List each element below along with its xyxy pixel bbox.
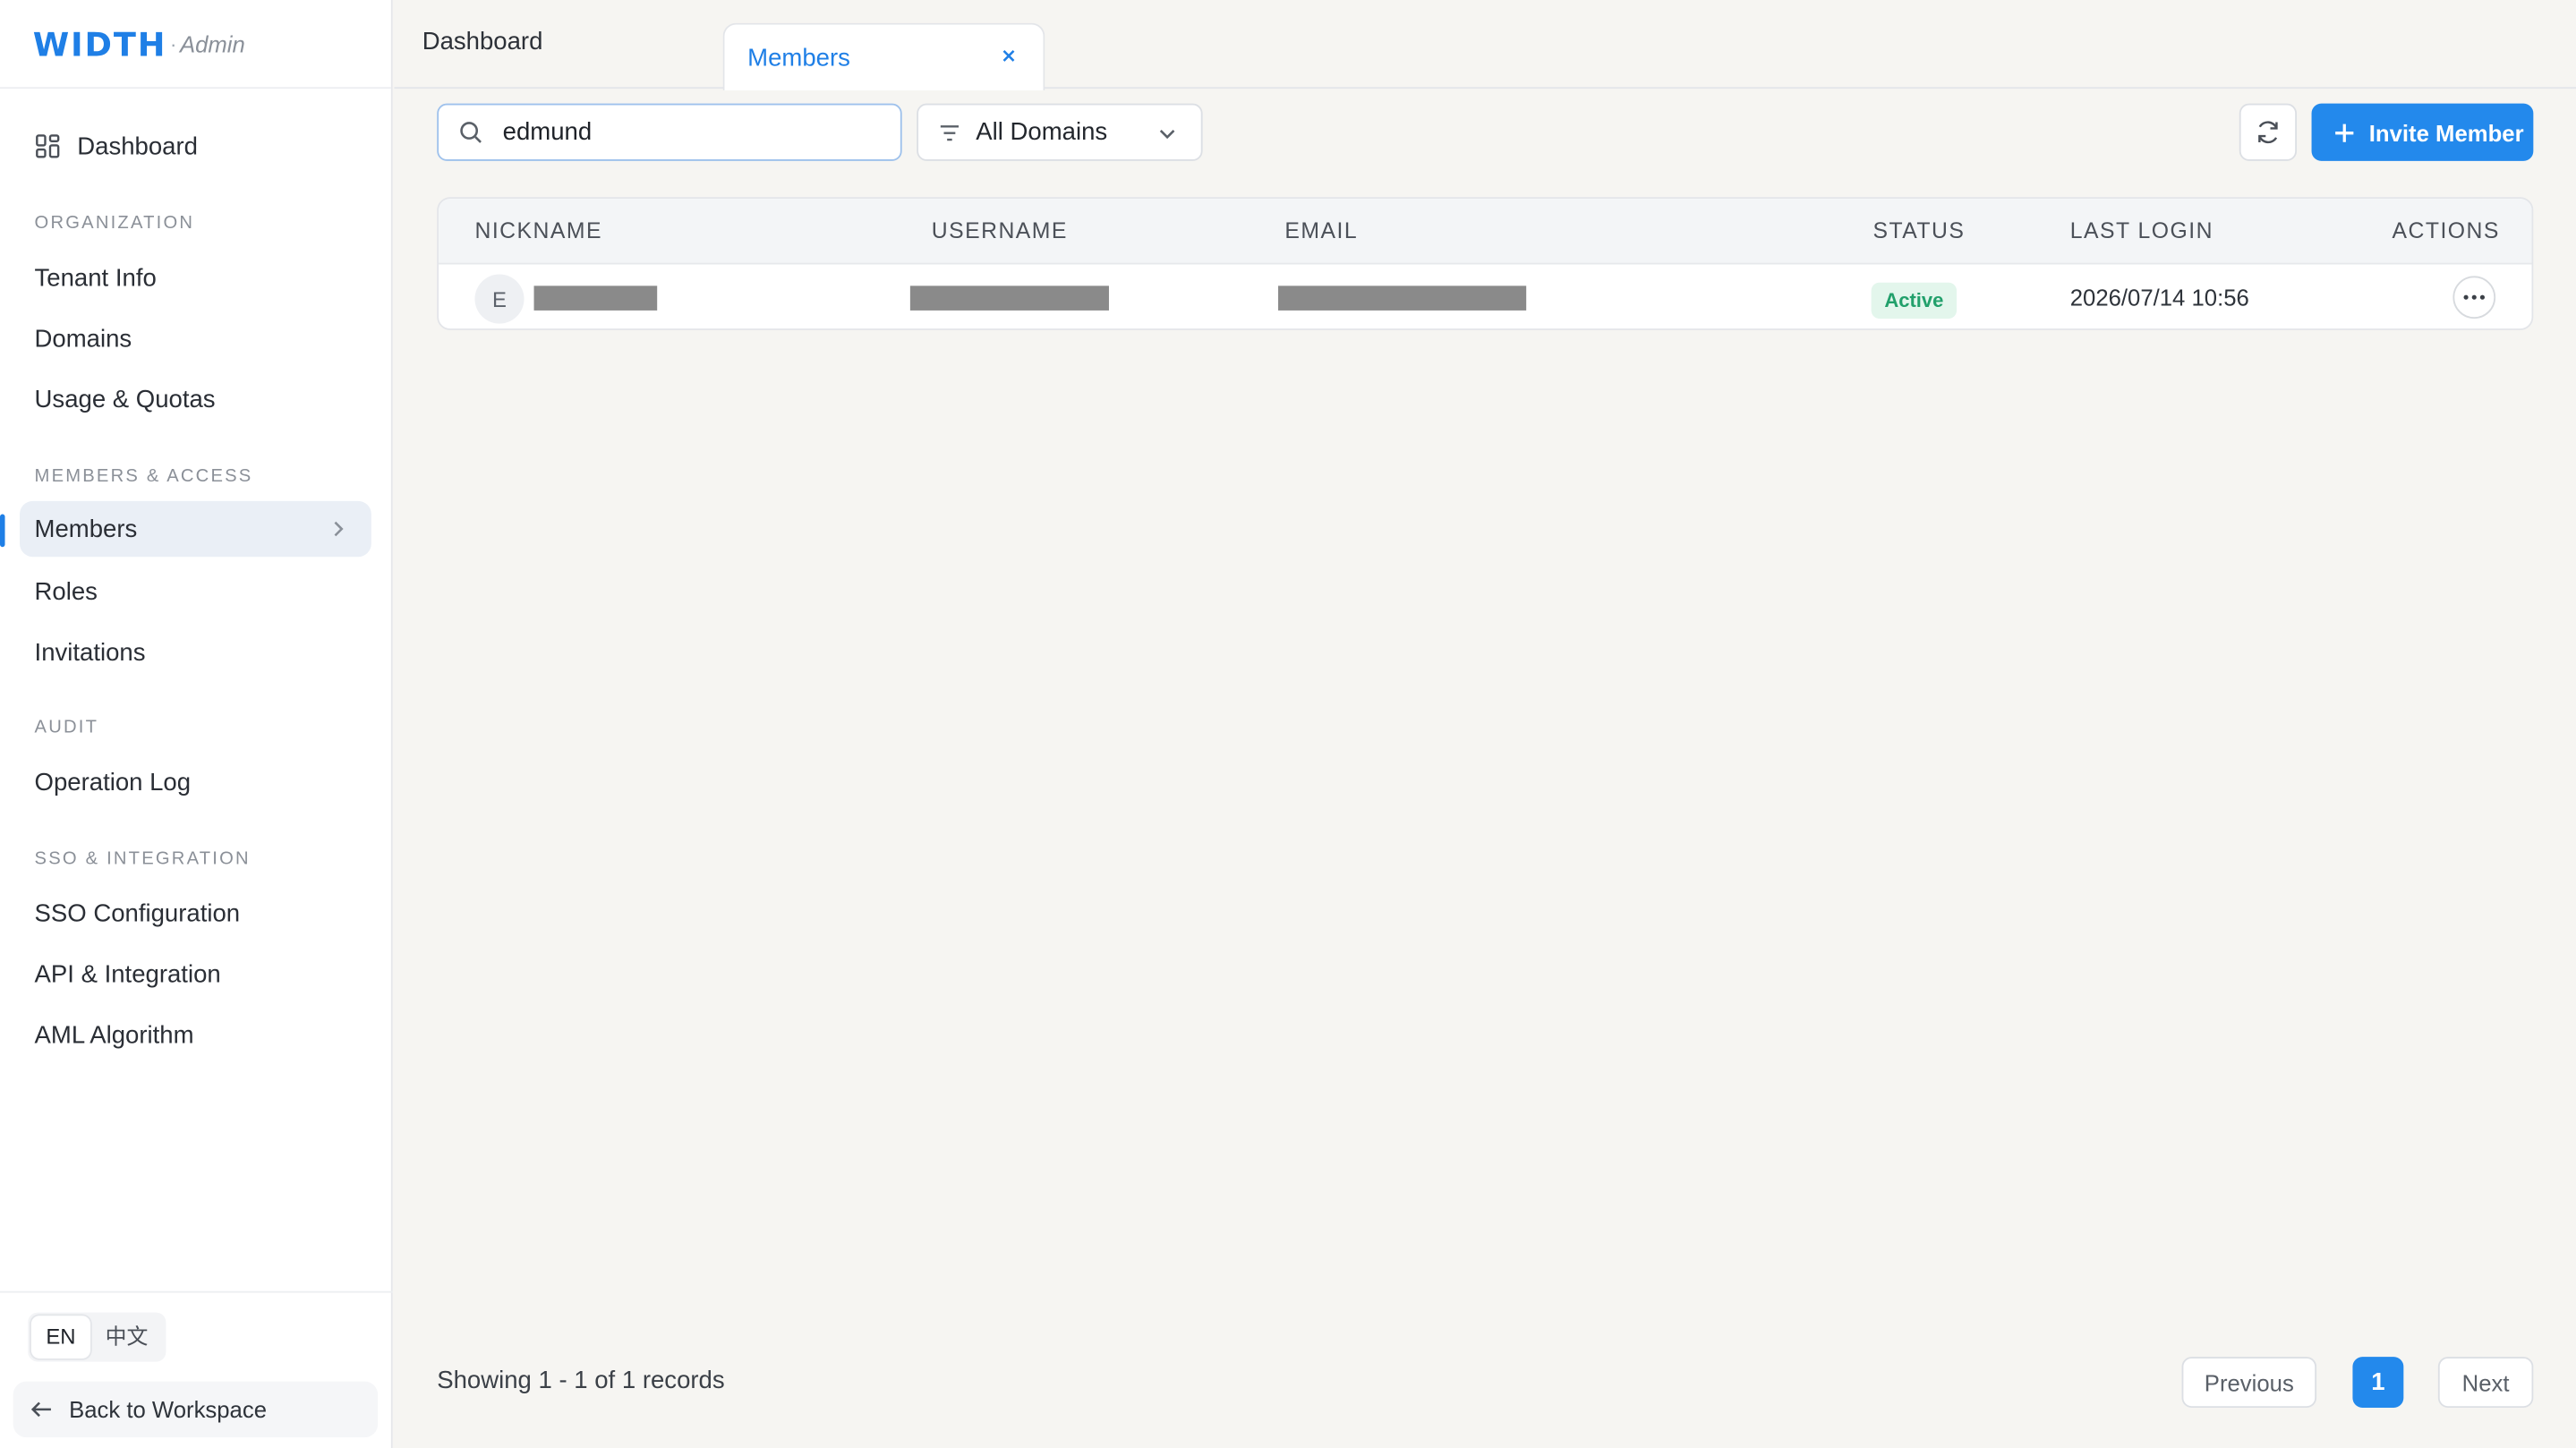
- more-horizontal-icon: [2463, 294, 2486, 300]
- active-indicator: [0, 514, 5, 548]
- page-number-button[interactable]: 1: [2352, 1357, 2404, 1409]
- sidebar: WIDTH · Admin Dashboard ORGANIZATION Ten…: [0, 0, 393, 1448]
- back-label: Back to Workspace: [69, 1396, 268, 1423]
- username-redacted: [909, 285, 1109, 311]
- dashboard-grid-icon: [36, 134, 60, 158]
- lang-zh-button[interactable]: 中文: [90, 1316, 163, 1359]
- invite-member-button[interactable]: Invite Member: [2311, 103, 2534, 161]
- domain-filter-select[interactable]: All Domains: [917, 103, 1203, 161]
- sidebar-item-label: AML Algorithm: [34, 1020, 194, 1049]
- sidebar-item-label: Domains: [34, 324, 132, 353]
- lang-en-button[interactable]: EN: [30, 1316, 91, 1359]
- sidebar-item-label: Dashboard: [77, 132, 198, 160]
- language-switcher: EN 中文: [28, 1312, 166, 1362]
- sidebar-item-aml-algorithm[interactable]: AML Algorithm: [20, 1007, 371, 1062]
- invite-label: Invite Member: [2368, 119, 2524, 146]
- sidebar-item-label: Invitations: [34, 638, 146, 667]
- column-header-email: EMAIL: [1284, 218, 1359, 243]
- tab-bar: Dashboard Members: [394, 0, 2576, 90]
- sidebar-item-operation-log[interactable]: Operation Log: [20, 754, 371, 809]
- arrow-left-icon: [30, 1401, 51, 1418]
- refresh-button[interactable]: [2239, 103, 2298, 161]
- sidebar-item-sso-configuration[interactable]: SSO Configuration: [20, 885, 371, 941]
- column-header-status: STATUS: [1872, 218, 1966, 243]
- avatar: E: [474, 274, 525, 324]
- brand-subtitle: Admin: [179, 30, 245, 57]
- sidebar-item-tenant-info[interactable]: Tenant Info: [20, 250, 371, 305]
- column-header-last-login: LAST LOGIN: [2069, 218, 2213, 243]
- sidebar-item-invitations[interactable]: Invitations: [20, 624, 371, 679]
- column-header-nickname: NICKNAME: [474, 218, 603, 243]
- refresh-icon: [2258, 121, 2278, 144]
- tab-members[interactable]: Members: [722, 22, 1045, 90]
- sidebar-item-label: Usage & Quotas: [34, 385, 216, 413]
- previous-page-button[interactable]: Previous: [2181, 1357, 2317, 1409]
- nickname-redacted: [533, 285, 658, 311]
- back-to-workspace-button[interactable]: Back to Workspace: [13, 1381, 379, 1438]
- sidebar-footer: EN 中文 Back to Workspace: [0, 1290, 393, 1448]
- sidebar-item-dashboard[interactable]: Dashboard: [20, 118, 371, 174]
- sidebar-item-members[interactable]: Members: [20, 500, 371, 558]
- search-input[interactable]: [502, 118, 865, 147]
- tab-label: Members: [747, 43, 850, 72]
- last-login-value: 2026/07/14 10:56: [2069, 284, 2249, 311]
- members-table: NICKNAME USERNAME EMAIL STATUS LAST LOGI…: [437, 197, 2534, 330]
- brand-logo[interactable]: WIDTH: [33, 24, 167, 64]
- sidebar-item-label: Tenant Info: [34, 263, 157, 292]
- column-header-username: USERNAME: [931, 218, 1068, 243]
- table-header: NICKNAME USERNAME EMAIL STATUS LAST LOGI…: [439, 199, 2532, 265]
- records-summary: Showing 1 - 1 of 1 records: [437, 1367, 725, 1395]
- brand-separator: ·: [169, 31, 177, 55]
- column-header-actions: ACTIONS: [2392, 218, 2500, 243]
- section-title-audit: AUDIT: [34, 718, 99, 738]
- section-title-sso-integration: SSO & INTEGRATION: [34, 848, 251, 869]
- chevron-down-icon: [1159, 130, 1175, 140]
- tab-label: Dashboard: [422, 27, 543, 55]
- filter-icon: [940, 124, 960, 141]
- brand-header: WIDTH · Admin: [0, 0, 391, 89]
- sidebar-item-label: API & Integration: [34, 959, 221, 989]
- sidebar-item-usage-quotas[interactable]: Usage & Quotas: [20, 371, 371, 427]
- sidebar-item-api-integration[interactable]: API & Integration: [20, 946, 371, 1001]
- sidebar-item-label: SSO Configuration: [34, 899, 241, 928]
- search-icon: [460, 122, 482, 143]
- section-title-members-access: MEMBERS & ACCESS: [34, 466, 253, 487]
- sidebar-item-label: Operation Log: [34, 768, 192, 796]
- plus-icon: [2335, 123, 2354, 141]
- table-row[interactable]: E Active 2026/07/14 10:56: [439, 266, 2531, 328]
- sidebar-item-label: Roles: [34, 577, 98, 606]
- tab-dashboard[interactable]: Dashboard: [422, 0, 543, 85]
- sidebar-item-domains[interactable]: Domains: [20, 311, 371, 366]
- sidebar-item-roles[interactable]: Roles: [20, 564, 371, 619]
- sidebar-item-label: Members: [34, 515, 138, 543]
- row-actions-button[interactable]: [2452, 276, 2496, 319]
- section-title-organization: ORGANIZATION: [34, 213, 195, 234]
- next-page-button[interactable]: Next: [2437, 1357, 2534, 1409]
- search-box: [437, 103, 902, 161]
- email-redacted: [1278, 285, 1527, 311]
- chevron-right-icon: [334, 521, 344, 537]
- status-badge: Active: [1871, 282, 1958, 319]
- filter-label: All Domains: [976, 118, 1108, 147]
- close-icon[interactable]: [997, 45, 1020, 68]
